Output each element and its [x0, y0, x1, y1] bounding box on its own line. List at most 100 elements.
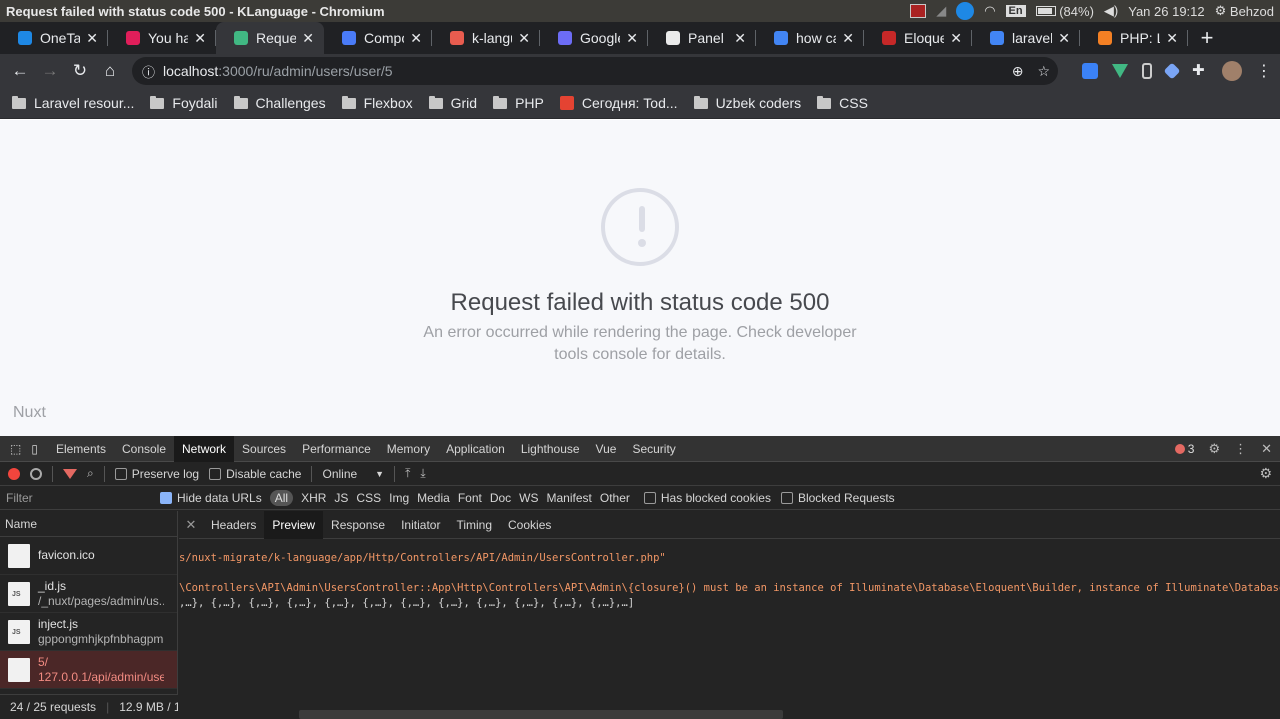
- filter-type[interactable]: Manifest: [547, 491, 592, 505]
- browser-tab[interactable]: Google ✕: [540, 22, 648, 54]
- preserve-log-checkbox[interactable]: Preserve log: [114, 467, 199, 481]
- clock[interactable]: Yan 26 19:12: [1128, 4, 1204, 19]
- user-menu[interactable]: ⚙ Behzod: [1215, 3, 1274, 19]
- keyboard-layout[interactable]: En: [1005, 5, 1026, 17]
- filter-type[interactable]: Media: [417, 491, 450, 505]
- url-text[interactable]: localhost:3000/ru/admin/users/user/5: [163, 63, 393, 79]
- browser-tab[interactable]: PHP: La ✕: [1080, 22, 1188, 54]
- chrome-menu-icon[interactable]: ⋮: [1256, 61, 1272, 81]
- devtools-tab[interactable]: Application: [438, 436, 513, 462]
- home-button[interactable]: ⌂: [95, 56, 125, 86]
- browser-tab[interactable]: Eloquen ✕: [864, 22, 972, 54]
- horizontal-scrollbar[interactable]: [299, 710, 783, 719]
- tab-close-icon[interactable]: ✕: [842, 30, 854, 47]
- tab-close-icon[interactable]: ✕: [518, 30, 530, 47]
- filter-type[interactable]: Doc: [490, 491, 511, 505]
- new-tab-button[interactable]: +: [1192, 22, 1222, 54]
- blocked-cookies-checkbox[interactable]: Has blocked cookies: [643, 491, 771, 505]
- detail-tab[interactable]: Initiator: [393, 511, 448, 539]
- back-button[interactable]: ←: [5, 56, 35, 86]
- screen-record-icon[interactable]: [910, 4, 927, 18]
- request-row[interactable]: _id.js/_nuxt/pages/admin/us...: [0, 575, 177, 613]
- devtools-tab[interactable]: Security: [624, 436, 683, 462]
- devtools-tab[interactable]: Performance: [294, 436, 379, 462]
- request-row[interactable]: inject.jsgppongmhjkpfnbhagpm...: [0, 613, 177, 651]
- bookmark-item[interactable]: PHP: [493, 95, 544, 111]
- bookmark-item[interactable]: CSS: [817, 95, 868, 111]
- record-button[interactable]: [8, 467, 20, 480]
- search-icon[interactable]: ⌕: [87, 466, 94, 481]
- battery-indicator[interactable]: (84%): [1035, 4, 1094, 19]
- network-settings-gear-icon[interactable]: ⚙: [1259, 465, 1272, 482]
- disable-cache-checkbox[interactable]: Disable cache: [209, 467, 301, 481]
- filter-type[interactable]: JS: [334, 491, 348, 505]
- devtools-menu-icon[interactable]: ⋮: [1234, 441, 1247, 457]
- tab-close-icon[interactable]: ✕: [626, 30, 638, 47]
- browser-tab[interactable]: OneTab ✕: [0, 22, 108, 54]
- wifi-icon[interactable]: ◠: [984, 3, 995, 19]
- name-column-header[interactable]: Name: [0, 511, 177, 537]
- info-icon[interactable]: ⓘ: [142, 62, 155, 81]
- devtools-tab[interactable]: Console: [114, 436, 174, 462]
- devtools-tab[interactable]: Network: [174, 435, 235, 462]
- preview-content[interactable]: s/nuxt-migrate/k-language/app/Http/Contr…: [179, 551, 1280, 611]
- tab-close-icon[interactable]: ✕: [734, 30, 746, 47]
- tab-close-icon[interactable]: ✕: [1166, 30, 1178, 47]
- devtools-tab[interactable]: Memory: [379, 436, 438, 462]
- throttling-select[interactable]: Online ▼: [322, 467, 384, 481]
- profile-avatar[interactable]: [1222, 61, 1242, 81]
- settings-gear-icon[interactable]: ⚙: [1208, 441, 1220, 457]
- devtools-tab[interactable]: Elements: [48, 436, 114, 462]
- reload-button[interactable]: ↻: [65, 56, 95, 86]
- browser-tab[interactable]: Panel | I ✕: [648, 22, 756, 54]
- devtools-tab[interactable]: Vue: [588, 436, 625, 462]
- tab-close-icon[interactable]: ✕: [194, 30, 206, 47]
- tab-close-icon[interactable]: ✕: [86, 30, 98, 47]
- filter-type[interactable]: Other: [600, 491, 630, 505]
- inspect-element-icon[interactable]: ⬚: [0, 436, 27, 462]
- device-toolbar-icon[interactable]: ▯: [27, 436, 48, 462]
- blocked-requests-checkbox[interactable]: Blocked Requests: [780, 491, 895, 505]
- onetab-extension-icon[interactable]: [1082, 63, 1098, 79]
- browser-tab[interactable]: Compo ✕: [324, 22, 432, 54]
- bookmark-item[interactable]: Grid: [428, 95, 477, 111]
- puzzle-extensions-icon[interactable]: ✚: [1192, 63, 1208, 79]
- filter-type[interactable]: All: [269, 490, 294, 506]
- notification-badge-icon[interactable]: [956, 2, 975, 20]
- browser-tab[interactable]: how ca ✕: [756, 22, 864, 54]
- bookmark-item[interactable]: Laravel resour...: [12, 95, 134, 111]
- export-har-icon[interactable]: ⤓: [420, 466, 425, 481]
- bookmark-item[interactable]: Challenges: [233, 95, 326, 111]
- tab-close-icon[interactable]: ✕: [1058, 30, 1070, 47]
- clear-button[interactable]: [30, 467, 42, 480]
- volume-icon[interactable]: ◀): [1104, 3, 1118, 19]
- request-row[interactable]: 5/127.0.0.1/api/admin/user: [0, 651, 177, 689]
- detail-tab[interactable]: Response: [323, 511, 393, 539]
- close-devtools-icon[interactable]: ✕: [1261, 441, 1272, 457]
- signal-icon[interactable]: ◢: [936, 3, 946, 19]
- filter-input[interactable]: Filter: [0, 491, 160, 505]
- browser-tab[interactable]: k-langu ✕: [432, 22, 540, 54]
- detail-tab[interactable]: Preview: [264, 510, 324, 539]
- browser-tab[interactable]: You have ✕: [108, 22, 216, 54]
- devtools-tab[interactable]: Sources: [234, 436, 294, 462]
- diamond-extension-icon[interactable]: [1163, 62, 1181, 80]
- bookmark-item[interactable]: Сегодня: Tod...: [559, 95, 678, 111]
- filter-type[interactable]: Img: [389, 491, 409, 505]
- devtools-tab[interactable]: Lighthouse: [513, 436, 588, 462]
- bookmark-item[interactable]: Flexbox: [341, 95, 413, 111]
- filter-type[interactable]: WS: [519, 491, 538, 505]
- tab-close-icon[interactable]: ✕: [302, 30, 314, 47]
- filter-type[interactable]: Font: [458, 491, 482, 505]
- browser-tab[interactable]: laravel ✕: [972, 22, 1080, 54]
- bookmark-item[interactable]: Foydali: [150, 95, 218, 111]
- forward-button[interactable]: →: [35, 56, 65, 86]
- filter-type[interactable]: XHR: [301, 491, 326, 505]
- detail-tab[interactable]: Timing: [448, 511, 500, 539]
- hide-data-urls-checkbox[interactable]: Hide data URLs: [160, 491, 262, 505]
- address-bar[interactable]: ⓘ localhost:3000/ru/admin/users/user/5 ⊕…: [132, 57, 1058, 85]
- bookmark-item[interactable]: Uzbek coders: [693, 95, 801, 111]
- tab-close-icon[interactable]: ✕: [410, 30, 422, 47]
- filter-type[interactable]: CSS: [356, 491, 381, 505]
- device-extension-icon[interactable]: [1142, 63, 1152, 79]
